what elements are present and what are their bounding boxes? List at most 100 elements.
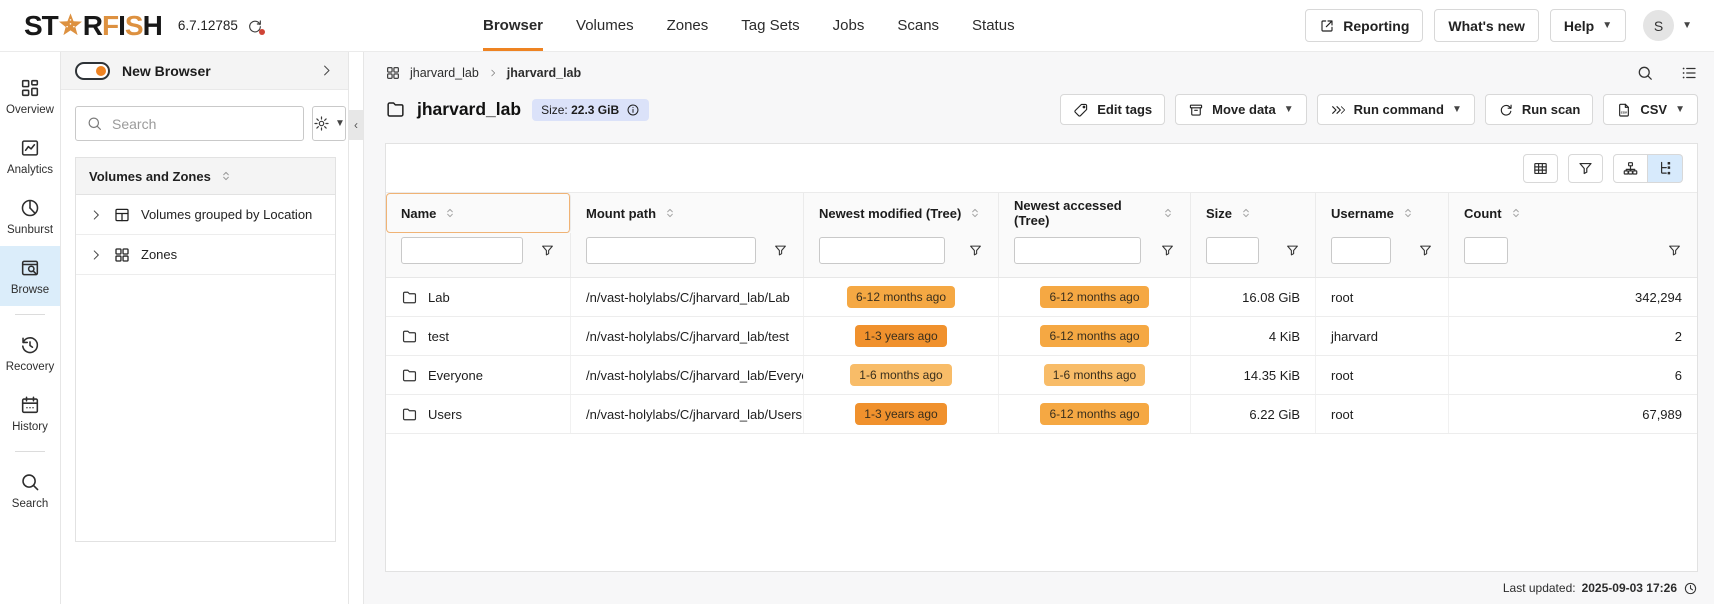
sidebar-item-analytics[interactable]: Analytics (0, 126, 60, 186)
funnel-icon[interactable] (1150, 243, 1175, 258)
avatar[interactable]: S (1643, 10, 1674, 41)
sidebar-item-history[interactable]: History (0, 383, 60, 443)
sidebar-item-browse[interactable]: Browse (0, 246, 60, 306)
cell-name[interactable]: Lab (428, 290, 450, 305)
sunburst-icon (19, 197, 41, 219)
nav-tab-tag-sets[interactable]: Tag Sets (741, 0, 799, 51)
column-header-newest-modified[interactable]: Newest modified (Tree) (804, 193, 999, 233)
search-icon (86, 115, 103, 132)
folder-icon (401, 289, 418, 306)
table-row[interactable]: Everyone /n/vast-holylabs/C/jharvard_lab… (386, 356, 1697, 395)
panel-expand-button[interactable] (319, 63, 334, 78)
funnel-icon[interactable] (1408, 243, 1433, 258)
main-content: jharvard_lab jharvard_lab jharvard_lab S… (364, 52, 1714, 604)
view-options-icon[interactable] (1680, 64, 1698, 82)
cell-mount-path: /n/vast-holylabs/C/jharvard_lab/Lab (571, 278, 804, 316)
sort-icon[interactable] (968, 206, 982, 220)
flat-view-button[interactable] (1613, 154, 1648, 183)
tree-item-volumes-grouped[interactable]: Volumes grouped by Location (76, 195, 335, 235)
sidebar-item-overview[interactable]: Overview (0, 66, 60, 126)
user-menu[interactable]: S ▼ (1643, 10, 1692, 41)
caret-down-icon: ▼ (1602, 21, 1612, 31)
sort-icon[interactable] (1239, 206, 1253, 220)
run-chevrons-icon (1330, 102, 1346, 118)
nav-tab-status[interactable]: Status (972, 0, 1015, 51)
search-input[interactable] (112, 116, 293, 132)
nav-tab-volumes[interactable]: Volumes (576, 0, 634, 51)
help-button[interactable]: Help ▼ (1550, 9, 1626, 42)
table-row[interactable]: test /n/vast-holylabs/C/jharvard_lab/tes… (386, 317, 1697, 356)
tree-item-zones[interactable]: Zones (76, 235, 335, 275)
breadcrumb-item[interactable]: jharvard_lab (410, 66, 479, 80)
column-header-username[interactable]: Username (1316, 193, 1449, 233)
cell-name[interactable]: Everyone (428, 368, 483, 383)
chevron-right-icon (488, 68, 498, 78)
filter-input-accessed[interactable] (1014, 237, 1141, 264)
panel-search-box[interactable] (75, 106, 304, 141)
table-row[interactable]: Lab /n/vast-holylabs/C/jharvard_lab/Lab … (386, 278, 1697, 317)
funnel-icon[interactable] (1657, 243, 1682, 258)
nav-tab-browser[interactable]: Browser (483, 0, 543, 51)
browse-icon (19, 257, 41, 279)
sort-icon[interactable] (663, 206, 677, 220)
sort-icon[interactable] (1509, 206, 1523, 220)
funnel-icon[interactable] (958, 243, 983, 258)
sort-icon[interactable] (1161, 206, 1175, 220)
csv-file-icon (1616, 102, 1632, 118)
funnel-icon[interactable] (530, 243, 555, 258)
column-header-count[interactable]: Count (1449, 193, 1697, 233)
cell-name[interactable]: test (428, 329, 449, 344)
volumes-zones-label: Volumes and Zones (89, 169, 211, 184)
nav-tab-jobs[interactable]: Jobs (833, 0, 865, 51)
sidebar-item-recovery[interactable]: Recovery (0, 323, 60, 383)
column-header-size[interactable]: Size (1191, 193, 1316, 233)
nav-tab-zones[interactable]: Zones (667, 0, 709, 51)
filter-input-name[interactable] (401, 237, 523, 264)
run-command-button[interactable]: Run command ▼ (1317, 94, 1475, 125)
breadcrumb-item-current[interactable]: jharvard_lab (507, 66, 581, 80)
csv-export-button[interactable]: CSV ▼ (1603, 94, 1698, 125)
sidebar-item-sunburst[interactable]: Sunburst (0, 186, 60, 246)
chevron-right-icon[interactable] (89, 248, 103, 262)
move-data-label: Move data (1212, 102, 1276, 117)
column-header-name[interactable]: Name (386, 193, 571, 233)
funnel-icon[interactable] (1275, 243, 1300, 258)
tree-view-button[interactable] (1648, 154, 1683, 183)
zone-grid-icon (385, 65, 401, 81)
overview-icon (19, 77, 41, 99)
column-header-mount-path[interactable]: Mount path (571, 193, 804, 233)
run-scan-button[interactable]: Run scan (1485, 94, 1594, 125)
cell-count: 67,989 (1449, 395, 1697, 433)
rail-label: Sunburst (7, 224, 53, 236)
volumes-zones-header[interactable]: Volumes and Zones (76, 158, 335, 195)
cell-name[interactable]: Users (428, 407, 462, 422)
column-header-newest-accessed[interactable]: Newest accessed (Tree) (999, 193, 1191, 233)
new-browser-toggle[interactable] (75, 62, 110, 80)
clock-icon[interactable] (1683, 581, 1698, 596)
table-search-icon[interactable] (1636, 64, 1654, 82)
filter-input-modified[interactable] (819, 237, 945, 264)
rail-label: Overview (6, 104, 54, 116)
edit-tags-button[interactable]: Edit tags (1060, 94, 1165, 125)
sort-icon[interactable] (1401, 206, 1415, 220)
whats-new-button[interactable]: What's new (1434, 9, 1538, 42)
search-settings-button[interactable]: ▼ (312, 106, 346, 141)
filter-input-count[interactable] (1464, 237, 1508, 264)
reporting-button[interactable]: Reporting (1305, 9, 1423, 42)
sort-icon[interactable] (443, 206, 457, 220)
funnel-icon[interactable] (763, 243, 788, 258)
nav-tab-scans[interactable]: Scans (897, 0, 939, 51)
info-icon[interactable] (626, 103, 640, 117)
filter-button[interactable] (1568, 154, 1603, 183)
chevron-right-icon[interactable] (89, 208, 103, 222)
tree-item-label: Volumes grouped by Location (141, 207, 312, 222)
filter-input-size[interactable] (1206, 237, 1259, 264)
collapse-panel-button[interactable]: ‹ (349, 110, 363, 140)
column-settings-button[interactable] (1523, 154, 1558, 183)
filter-input-username[interactable] (1331, 237, 1391, 264)
sync-status-icon[interactable] (247, 18, 263, 34)
table-row[interactable]: Users /n/vast-holylabs/C/jharvard_lab/Us… (386, 395, 1697, 434)
filter-input-mount-path[interactable] (586, 237, 756, 264)
move-data-button[interactable]: Move data ▼ (1175, 94, 1306, 125)
sidebar-item-search[interactable]: Search (0, 460, 60, 520)
